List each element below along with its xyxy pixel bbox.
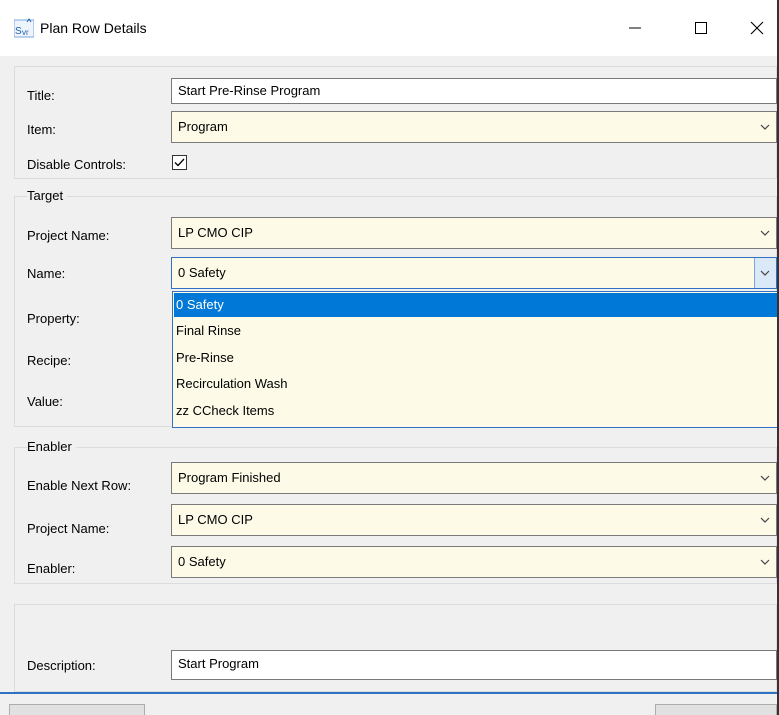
close-button[interactable]: Close <box>655 704 777 715</box>
save-button[interactable]: Save <box>9 704 145 715</box>
description-label: Description: <box>27 658 96 673</box>
disable-controls-label: Disable Controls: <box>27 157 126 172</box>
target-recipe-label: Recipe: <box>27 353 72 368</box>
title-input[interactable]: Start Pre-Rinse Program <box>171 78 777 104</box>
enable-next-row-combobox[interactable]: Program Finished <box>171 462 777 494</box>
dropdown-option-zz-ccheck-items[interactable]: zz CCheck Items <box>174 399 778 423</box>
enable-next-row-label: Enable Next Row: <box>27 478 132 493</box>
target-project-name-label: Project Name: <box>27 228 110 243</box>
item-label: Item: <box>27 122 56 137</box>
target-property-label: Property: <box>27 311 80 326</box>
checkmark-icon <box>174 158 185 167</box>
disable-controls-checkbox[interactable] <box>172 155 187 170</box>
target-name-value: 0 Safety <box>178 265 226 280</box>
svg-text:vr: vr <box>22 28 29 37</box>
plan-row-details-window: S vr Plan Row Details Title: Start Pre-R… <box>0 0 779 715</box>
target-section-title: Target <box>27 188 68 203</box>
chevron-down-icon <box>760 270 770 276</box>
close-icon <box>750 21 764 35</box>
chevron-down-icon <box>760 124 770 130</box>
svr-app-icon: S vr <box>14 18 34 38</box>
maximize-button[interactable] <box>678 10 724 46</box>
enabler-project-name-combobox[interactable]: LP CMO CIP <box>171 504 777 536</box>
enabler-label: Enabler: <box>27 561 76 576</box>
title-bar[interactable]: S vr Plan Row Details <box>0 0 777 56</box>
target-name-dropdown-button[interactable] <box>754 258 776 288</box>
description-input[interactable]: Start Program <box>171 650 777 680</box>
dropdown-option-0-safety[interactable]: 0 Safety <box>174 293 778 317</box>
footer-divider <box>0 692 777 694</box>
enabler-value: 0 Safety <box>178 554 226 569</box>
chevron-down-icon <box>760 559 770 565</box>
chevron-down-icon <box>760 517 770 523</box>
enabler-section-title: Enabler <box>27 439 76 454</box>
title-label: Title: <box>27 88 55 103</box>
close-window-button[interactable] <box>734 10 779 46</box>
chevron-down-icon <box>760 230 770 236</box>
minimize-button[interactable] <box>612 10 658 46</box>
dropdown-option-pre-rinse[interactable]: Pre-Rinse <box>174 346 778 370</box>
target-project-name-combobox[interactable]: LP CMO CIP <box>171 217 777 249</box>
minimize-icon <box>629 27 641 29</box>
item-combobox-value: Program <box>178 119 228 134</box>
target-project-name-value: LP CMO CIP <box>178 225 253 240</box>
dropdown-option-recirculation-wash[interactable]: Recirculation Wash <box>174 372 778 396</box>
enable-next-row-value: Program Finished <box>178 470 281 485</box>
target-name-label: Name: <box>27 266 66 281</box>
window-title: Plan Row Details <box>40 20 147 36</box>
enabler-project-name-label: Project Name: <box>27 521 110 536</box>
chevron-down-icon <box>760 475 770 481</box>
enabler-combobox[interactable]: 0 Safety <box>171 546 777 578</box>
item-combobox[interactable]: Program <box>171 111 777 143</box>
maximize-icon <box>695 22 707 34</box>
target-value-label: Value: <box>27 394 63 409</box>
dropdown-option-final-rinse[interactable]: Final Rinse <box>174 319 778 343</box>
svg-text:S: S <box>15 26 22 37</box>
enabler-project-name-value: LP CMO CIP <box>178 512 253 527</box>
target-name-combobox[interactable]: 0 Safety <box>171 257 777 289</box>
name-dropdown-list: 0 Safety Final Rinse Pre-Rinse Recircula… <box>172 291 779 428</box>
